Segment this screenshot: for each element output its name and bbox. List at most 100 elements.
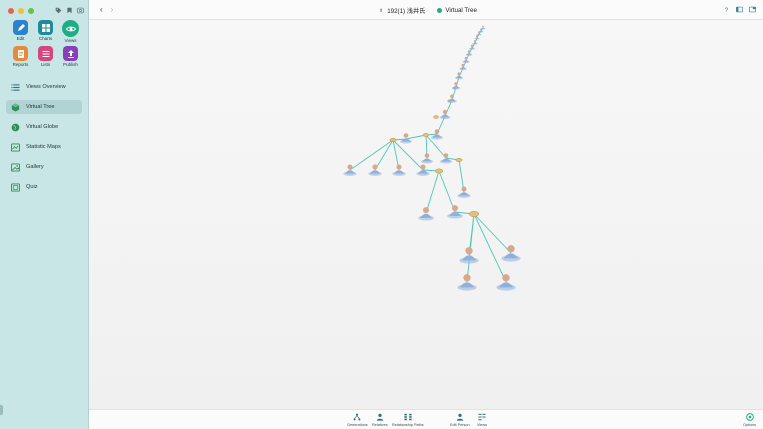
family-node[interactable]: [434, 168, 444, 174]
family-node[interactable]: [389, 137, 397, 143]
virtual-tree-graph[interactable]: [89, 20, 763, 409]
maximize-window-button[interactable]: [28, 8, 34, 14]
minimize-window-button[interactable]: [18, 8, 24, 14]
person-figure[interactable]: [454, 72, 464, 80]
person-figure[interactable]: [459, 63, 467, 71]
bookmark-icon[interactable]: [66, 7, 73, 14]
tool-label: Edit: [16, 36, 25, 41]
map-icon: [11, 142, 20, 152]
search-window-icon[interactable]: [77, 7, 84, 14]
options-button[interactable]: Options: [743, 413, 756, 427]
person-figure[interactable]: [439, 109, 451, 120]
nav-item-virtual-globe[interactable]: Virtual Globe: [6, 120, 82, 134]
window-controls: [8, 8, 34, 14]
sidebar-resize-handle[interactable]: [0, 405, 3, 415]
person-figure[interactable]: [501, 245, 521, 262]
family-node[interactable]: [468, 211, 480, 217]
window-header: ‹ › ⬆ 192(1) 浅井氏 Virtual Tree ?: [89, 0, 763, 20]
lists-icon: [38, 46, 53, 61]
header-title: ⬆ 192(1) 浅井氏 Virtual Tree: [379, 6, 477, 15]
eye-icon: [62, 20, 79, 37]
sidebar-toolbar: [55, 7, 84, 14]
nav-item-views-overview[interactable]: Views Overview: [6, 80, 82, 94]
family-node[interactable]: [455, 157, 463, 163]
relationship-link: [349, 139, 394, 171]
person-figure[interactable]: [451, 82, 461, 90]
nav-item-quiz[interactable]: Quiz: [6, 180, 82, 194]
publish-icon: [63, 46, 78, 61]
virtual-tree-canvas[interactable]: [89, 20, 763, 409]
nav-item-statistic-maps[interactable]: Statistic Maps: [6, 140, 82, 154]
person-figure[interactable]: [421, 153, 433, 164]
tool-edit[interactable]: Edit: [8, 20, 33, 43]
relationship-paths-icon: [404, 413, 412, 421]
bottom-tool-label: Views: [477, 423, 488, 427]
sidebar: Edit Charts Views Reports Lists Publish …: [0, 0, 89, 429]
person-figure[interactable]: [343, 164, 357, 176]
tool-lists[interactable]: Lists: [33, 46, 58, 67]
history-nav: ‹ ›: [100, 6, 113, 14]
tool-label: Lists: [40, 62, 51, 67]
generations-icon: [353, 413, 361, 421]
tool-publish[interactable]: Publish: [58, 46, 83, 67]
header-right-icons: ?: [723, 6, 756, 14]
nav-label: Virtual Globe: [26, 124, 59, 130]
nav-item-gallery[interactable]: Gallery: [6, 160, 82, 174]
tool-label: Publish: [63, 62, 78, 67]
list-icon: [11, 83, 20, 92]
options-icon: [745, 413, 754, 421]
tool-reports[interactable]: Reports: [8, 46, 33, 67]
person-figure[interactable]: [418, 207, 434, 221]
close-window-button[interactable]: [8, 8, 14, 14]
person-figure[interactable]: [474, 35, 480, 40]
generations-button[interactable]: Generations: [347, 413, 368, 427]
bottom-tool-label: Relatives: [372, 423, 388, 427]
relationship-link: [425, 170, 440, 214]
tool-label: Reports: [12, 62, 29, 67]
tool-label: Charts: [38, 36, 53, 41]
relatives-button[interactable]: Relatives: [372, 413, 388, 427]
relationship-paths-button[interactable]: Relationship Paths: [392, 413, 424, 427]
bottom-tool-label: Options: [743, 423, 757, 427]
edit-person-icon: [456, 413, 464, 421]
views-button[interactable]: Views: [477, 413, 487, 427]
gallery-icon: [11, 162, 20, 172]
person-figure[interactable]: [459, 247, 479, 264]
person-figure[interactable]: [465, 50, 473, 56]
person-figure[interactable]: [472, 39, 478, 45]
forward-button[interactable]: ›: [111, 6, 114, 14]
person-figure[interactable]: [392, 164, 406, 176]
quiz-icon: [11, 182, 20, 192]
tool-charts[interactable]: Charts: [33, 20, 58, 43]
charts-icon: [38, 20, 53, 35]
relationship-link: [374, 139, 394, 171]
person-figure[interactable]: [457, 274, 477, 291]
tool-views[interactable]: Views: [58, 20, 83, 43]
fullscreen-icon[interactable]: [749, 6, 756, 13]
nav-label: Virtual Tree: [26, 104, 55, 110]
current-person[interactable]: 192(1) 浅井氏: [387, 6, 425, 15]
family-node[interactable]: [422, 133, 430, 137]
person-figure[interactable]: [457, 186, 471, 198]
person-figure[interactable]: [496, 274, 516, 291]
person-figure[interactable]: [462, 56, 470, 64]
views-icon: [478, 413, 486, 421]
nav-label: Statistic Maps: [26, 144, 61, 150]
person-figure[interactable]: [447, 94, 457, 103]
person-figure[interactable]: [368, 164, 382, 176]
reports-icon: [13, 46, 28, 61]
nav-label: Gallery: [26, 164, 44, 170]
tool-grid: Edit Charts Views Reports Lists Publish: [8, 20, 84, 67]
bottom-toolbar: Generations Relatives Relationship Paths…: [89, 409, 763, 429]
edit-person-button[interactable]: Edit Person: [450, 413, 470, 427]
sidebar-icon[interactable]: [736, 6, 743, 13]
help-icon[interactable]: ?: [723, 6, 730, 14]
tag-icon[interactable]: [55, 7, 62, 14]
family-node[interactable]: [433, 115, 439, 119]
bottom-tool-label: Relationship Paths: [392, 423, 424, 427]
nav-label: Quiz: [26, 184, 38, 190]
person-figure[interactable]: [447, 205, 463, 219]
back-button[interactable]: ‹: [100, 6, 103, 14]
pencil-icon: [13, 20, 28, 35]
nav-item-virtual-tree[interactable]: Virtual Tree: [6, 100, 82, 114]
